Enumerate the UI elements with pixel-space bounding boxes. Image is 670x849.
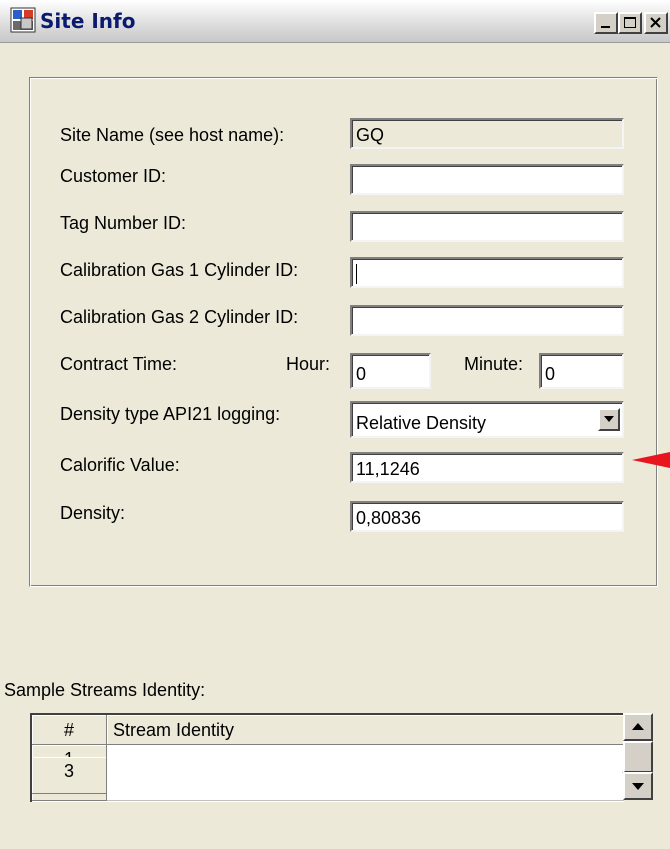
minute-input[interactable]: 0 bbox=[539, 353, 624, 389]
contract-time-label: Contract Time: bbox=[60, 354, 178, 374]
minimize-icon bbox=[601, 26, 610, 28]
density-type-label: Density type API21 logging: bbox=[60, 404, 281, 424]
cal-gas1-label: Calibration Gas 1 Cylinder ID: bbox=[60, 260, 299, 280]
site-name-label: Site Name (see host name): bbox=[60, 125, 285, 145]
column-header-number[interactable]: # bbox=[32, 715, 107, 745]
row-header[interactable]: 3 bbox=[32, 757, 107, 794]
density-label: Density: bbox=[60, 503, 126, 523]
annotation-arrow bbox=[632, 452, 670, 468]
customer-id-label: Customer ID: bbox=[60, 166, 167, 186]
minimize-button[interactable] bbox=[594, 12, 618, 34]
maximize-button[interactable] bbox=[618, 12, 642, 34]
column-header-stream-identity[interactable]: Stream Identity bbox=[107, 715, 624, 745]
calorific-input[interactable]: 11,1246 bbox=[350, 452, 624, 483]
close-button[interactable] bbox=[644, 12, 668, 34]
stream-identity-cell[interactable] bbox=[107, 757, 622, 794]
close-icon bbox=[650, 17, 661, 28]
title-bar[interactable]: Site Info bbox=[0, 0, 670, 43]
text-caret bbox=[356, 264, 357, 284]
density-type-select[interactable]: Relative Density bbox=[350, 401, 624, 438]
dropdown-button[interactable] bbox=[598, 408, 620, 431]
scroll-down-button[interactable] bbox=[623, 772, 653, 800]
scroll-up-button[interactable] bbox=[623, 713, 653, 741]
vertical-scrollbar[interactable] bbox=[623, 713, 653, 800]
scroll-thumb[interactable] bbox=[623, 741, 653, 773]
hour-label: Hour: bbox=[286, 354, 331, 374]
cal-gas1-input[interactable] bbox=[350, 257, 624, 288]
cal-gas2-label: Calibration Gas 2 Cylinder ID: bbox=[60, 307, 299, 327]
window-title: Site Info bbox=[40, 9, 136, 33]
density-type-value: Relative Density bbox=[356, 413, 487, 433]
maximize-icon bbox=[624, 17, 636, 28]
cal-gas2-input[interactable] bbox=[350, 305, 624, 336]
streams-section-label: Sample Streams Identity: bbox=[4, 680, 206, 700]
tag-number-label: Tag Number ID: bbox=[60, 213, 187, 233]
customer-id-input[interactable] bbox=[350, 164, 624, 195]
scroll-up-icon bbox=[632, 723, 644, 730]
calorific-label: Calorific Value: bbox=[60, 455, 180, 475]
hour-input[interactable]: 0 bbox=[350, 353, 431, 389]
minute-label: Minute: bbox=[464, 354, 524, 374]
dropdown-arrow-icon bbox=[604, 416, 614, 422]
scroll-down-icon bbox=[632, 783, 644, 790]
site-name-field: GQ bbox=[350, 118, 624, 149]
density-input[interactable]: 0,80836 bbox=[350, 501, 624, 532]
app-icon bbox=[10, 7, 36, 33]
tag-number-input[interactable] bbox=[350, 211, 624, 242]
